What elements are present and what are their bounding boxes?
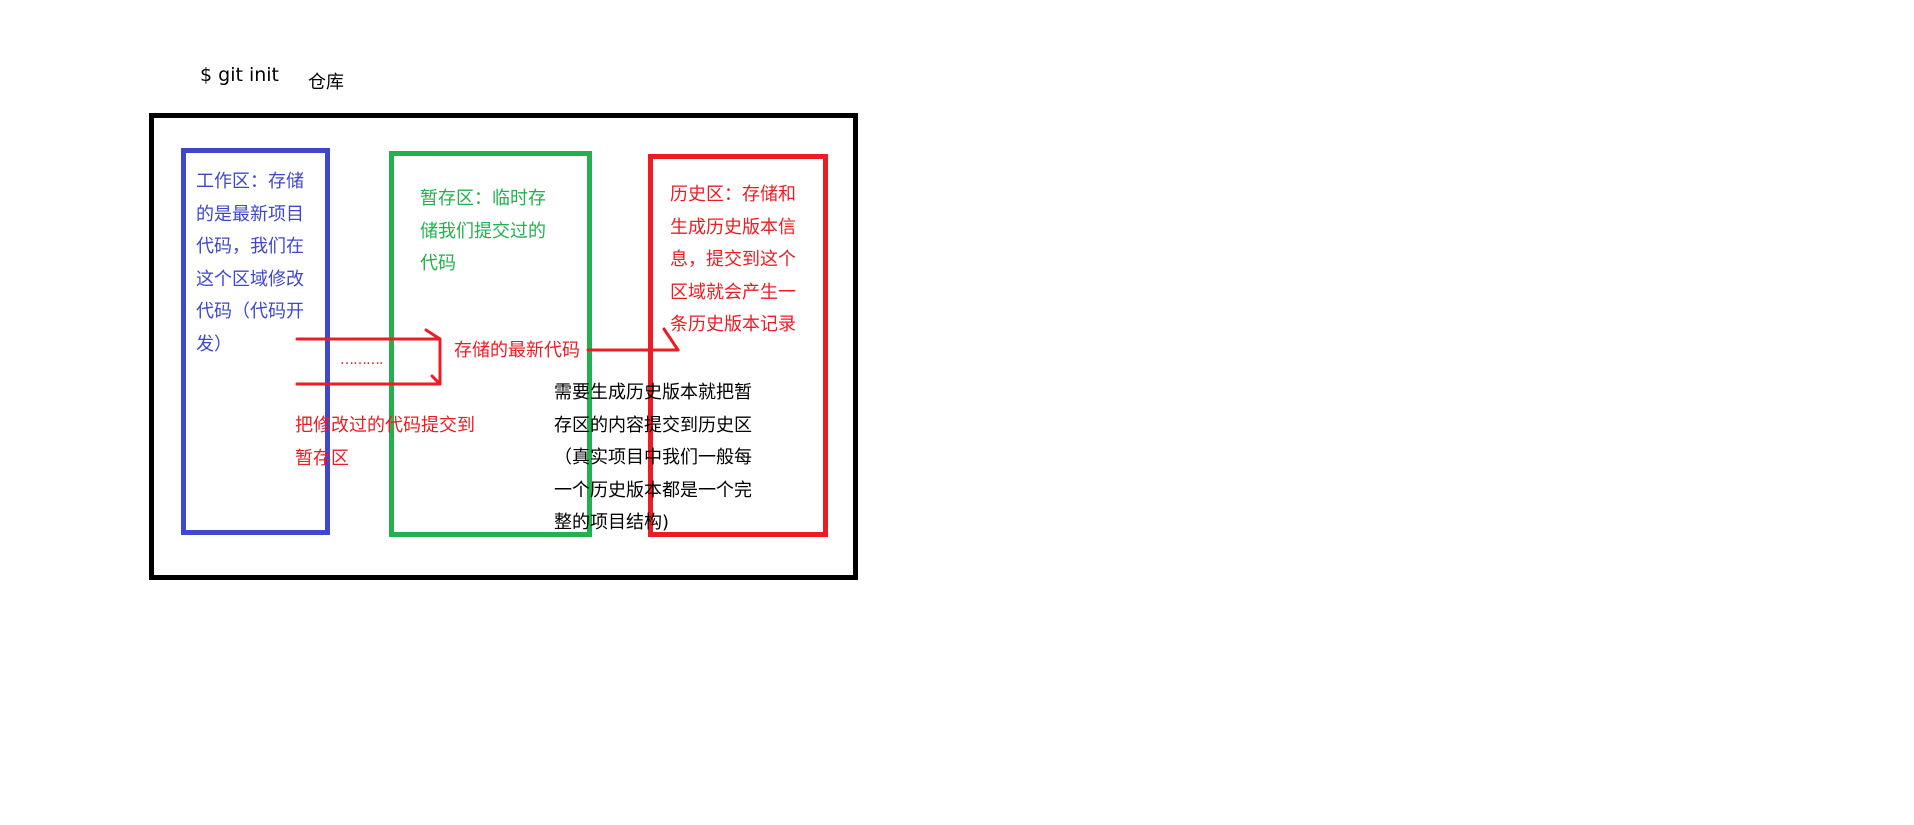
commit-to-history-note: 需要生成历史版本就把暂存区的内容提交到历史区（真实项目中我们一般每一个历史版本都… bbox=[554, 382, 752, 533]
latest-code-label: 存储的最新代码 bbox=[454, 340, 580, 361]
ellipsis-label: ………. bbox=[340, 352, 383, 368]
staging-area-description: 暂存区：临时存储我们提交过的代码 bbox=[420, 188, 546, 274]
commit-to-staging-label: 把修改过的代码提交到暂存区 bbox=[295, 415, 475, 469]
working-area-description: 工作区：存储的是最新项目代码，我们在这个区域修改代码（代码开发） bbox=[196, 171, 304, 355]
repository-label: 仓库 bbox=[308, 72, 344, 93]
git-init-command: $ git init bbox=[200, 64, 280, 86]
history-area-description: 历史区：存储和生成历史版本信息，提交到这个区域就会产生一条历史版本记录 bbox=[670, 184, 796, 335]
